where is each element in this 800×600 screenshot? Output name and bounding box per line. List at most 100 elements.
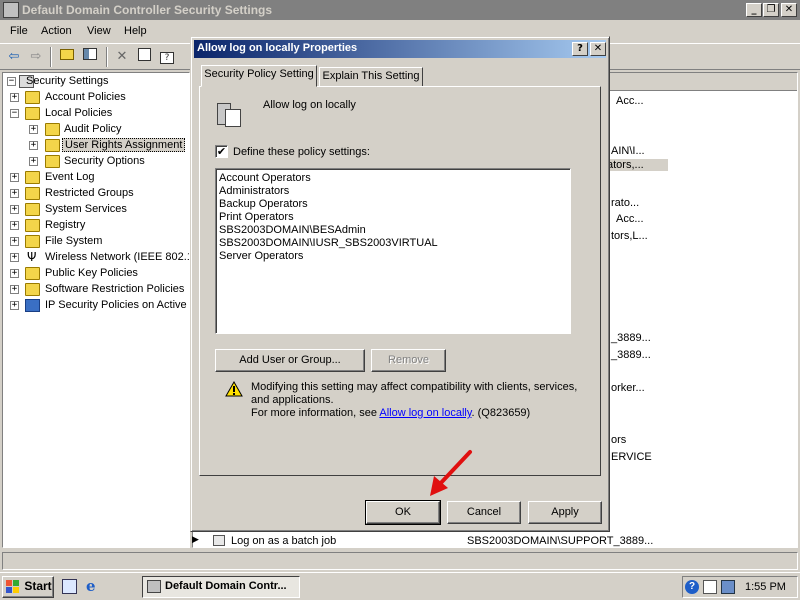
tree-item-security-settings[interactable]: − Security Settings	[3, 74, 189, 90]
start-button[interactable]: Start	[2, 576, 54, 598]
expand-toggle[interactable]: +	[10, 269, 19, 278]
menu-view[interactable]: View	[87, 25, 111, 37]
tree-item-file-system[interactable]: + File System	[3, 234, 189, 250]
tree-item-public-key-policies[interactable]: + Public Key Policies	[3, 266, 189, 282]
help-tray-icon[interactable]: ?	[685, 580, 699, 594]
list-item[interactable]: Print Operators	[219, 211, 294, 223]
add-user-or-group-button[interactable]: Add User or Group...	[215, 349, 365, 372]
tree-item-user-rights-assignment[interactable]: + User Rights Assignment	[3, 138, 189, 154]
tree-item-account-policies[interactable]: + Account Policies	[3, 90, 189, 106]
status-tray-icon[interactable]	[703, 580, 717, 594]
list-item[interactable]: SBS2003DOMAIN\BESAdmin	[219, 224, 366, 236]
collapse-toggle[interactable]: −	[10, 109, 19, 118]
list-cell-policy[interactable]: Log on as a batch job	[231, 535, 336, 547]
tree-item-software-restriction[interactable]: + Software Restriction Policies	[3, 282, 189, 298]
clock[interactable]: 1:55 PM	[745, 581, 786, 593]
dialog-help-button[interactable]: ?	[572, 42, 588, 56]
collapse-toggle[interactable]: −	[7, 77, 16, 86]
warning-text-line2: and applications.	[251, 394, 334, 406]
dialog-close-button[interactable]: ✕	[590, 42, 606, 56]
tree-item-wireless-network[interactable]: + Ψ Wireless Network (IEEE 802.11	[3, 250, 189, 266]
expand-toggle[interactable]: +	[29, 125, 38, 134]
policy-folder-open-icon	[45, 139, 60, 152]
tree-item-restricted-groups[interactable]: + Restricted Groups	[3, 186, 189, 202]
expand-toggle[interactable]: +	[10, 189, 19, 198]
expand-toggle[interactable]: +	[29, 157, 38, 166]
list-item[interactable]: Account Operators	[219, 172, 311, 184]
close-button[interactable]: ✕	[781, 3, 797, 17]
policy-server-icon	[215, 99, 245, 129]
expand-toggle[interactable]: +	[10, 93, 19, 102]
list-item[interactable]: Backup Operators	[219, 198, 308, 210]
show-desktop-icon[interactable]	[62, 579, 77, 594]
list-cell[interactable]: _3889...	[611, 332, 651, 344]
help-icon[interactable]: ?	[157, 48, 177, 66]
list-item[interactable]: Administrators	[219, 185, 289, 197]
list-cell[interactable]: Acc...	[616, 213, 644, 225]
scroll-right-icon[interactable]: ▶	[192, 533, 202, 547]
tree-label: Restricted Groups	[45, 187, 134, 199]
tree-item-event-log[interactable]: + Event Log	[3, 170, 189, 186]
list-cell[interactable]: rato...	[611, 197, 639, 209]
list-cell[interactable]: ors	[611, 434, 626, 446]
tree-item-audit-policy[interactable]: + Audit Policy	[3, 122, 189, 138]
tree-item-ip-security[interactable]: + IP Security Policies on Active D	[3, 298, 189, 314]
minimize-button[interactable]: _	[746, 3, 762, 17]
list-cell[interactable]: orker...	[611, 382, 645, 394]
cancel-button[interactable]: Cancel	[447, 501, 521, 524]
dialog-titlebar[interactable]: Allow log on locally Properties ? ✕	[194, 40, 606, 58]
members-listbox[interactable]: Account Operators Administrators Backup …	[215, 168, 571, 334]
expand-toggle[interactable]: +	[10, 301, 19, 310]
expand-toggle[interactable]: +	[10, 221, 19, 230]
list-cell-setting[interactable]: SBS2003DOMAIN\SUPPORT_3889...	[467, 535, 653, 547]
tab-explain-this-setting[interactable]: Explain This Setting	[319, 67, 423, 87]
taskbar-task-security-settings[interactable]: Default Domain Contr...	[142, 576, 300, 598]
restore-button[interactable]: ❐	[763, 3, 779, 17]
expand-toggle[interactable]: +	[10, 285, 19, 294]
tree-item-security-options[interactable]: + Security Options	[3, 154, 189, 170]
menu-help[interactable]: Help	[124, 25, 147, 37]
ok-button[interactable]: OK	[365, 500, 441, 525]
policy-icon	[213, 535, 225, 546]
lock-folder-icon	[25, 235, 40, 248]
expand-toggle[interactable]: +	[10, 237, 19, 246]
define-policy-checkbox[interactable]: ✔	[215, 145, 228, 158]
warning-text-line1: Modifying this setting may affect compat…	[251, 381, 578, 393]
tree-item-system-services[interactable]: + System Services	[3, 202, 189, 218]
back-icon[interactable]: ⇦	[4, 48, 24, 66]
delete-icon[interactable]: ✕	[112, 48, 132, 66]
apply-button[interactable]: Apply	[528, 501, 602, 524]
expand-toggle[interactable]: +	[10, 253, 19, 262]
more-info-suffix: . (Q823659)	[471, 407, 531, 419]
console-tree: − Security Settings + Account Policies −…	[2, 72, 190, 548]
internet-explorer-icon[interactable]: e	[86, 578, 103, 595]
list-item[interactable]: SBS2003DOMAIN\IUSR_SBS2003VIRTUAL	[219, 237, 438, 249]
properties-icon[interactable]	[134, 48, 154, 66]
forward-icon[interactable]: ⇨	[26, 48, 46, 66]
windows-logo-icon	[6, 580, 20, 594]
expand-toggle[interactable]: +	[10, 205, 19, 214]
list-cell[interactable]: Acc...	[616, 95, 644, 107]
up-folder-icon[interactable]	[57, 48, 77, 66]
define-policy-label[interactable]: Define these policy settings:	[233, 146, 370, 158]
properties-dialog: Allow log on locally Properties ? ✕ Secu…	[190, 36, 610, 532]
list-cell[interactable]: tors,L...	[611, 230, 648, 242]
tree-item-registry[interactable]: + Registry	[3, 218, 189, 234]
tab-security-policy-setting[interactable]: Security Policy Setting	[201, 65, 317, 87]
network-tray-icon[interactable]	[721, 580, 735, 594]
show-hide-tree-icon[interactable]	[80, 48, 100, 66]
list-cell[interactable]: _3889...	[611, 349, 651, 361]
policy-folder-open-icon	[25, 107, 40, 120]
tree-item-local-policies[interactable]: − Local Policies	[3, 106, 189, 122]
expand-toggle[interactable]: +	[29, 141, 38, 150]
list-item[interactable]: Server Operators	[219, 250, 303, 262]
main-titlebar[interactable]: Default Domain Controller Security Setti…	[0, 0, 800, 20]
list-cell-selected[interactable]: ators,...	[607, 159, 668, 171]
list-cell[interactable]: ERVICE	[611, 451, 652, 463]
expand-toggle[interactable]: +	[10, 173, 19, 182]
allow-log-on-locally-link[interactable]: Allow log on locally	[379, 407, 471, 419]
list-cell[interactable]: AIN\I...	[611, 145, 645, 157]
menu-file[interactable]: File	[10, 25, 28, 37]
menu-action[interactable]: Action	[41, 25, 72, 37]
toolbar-separator	[50, 47, 52, 67]
